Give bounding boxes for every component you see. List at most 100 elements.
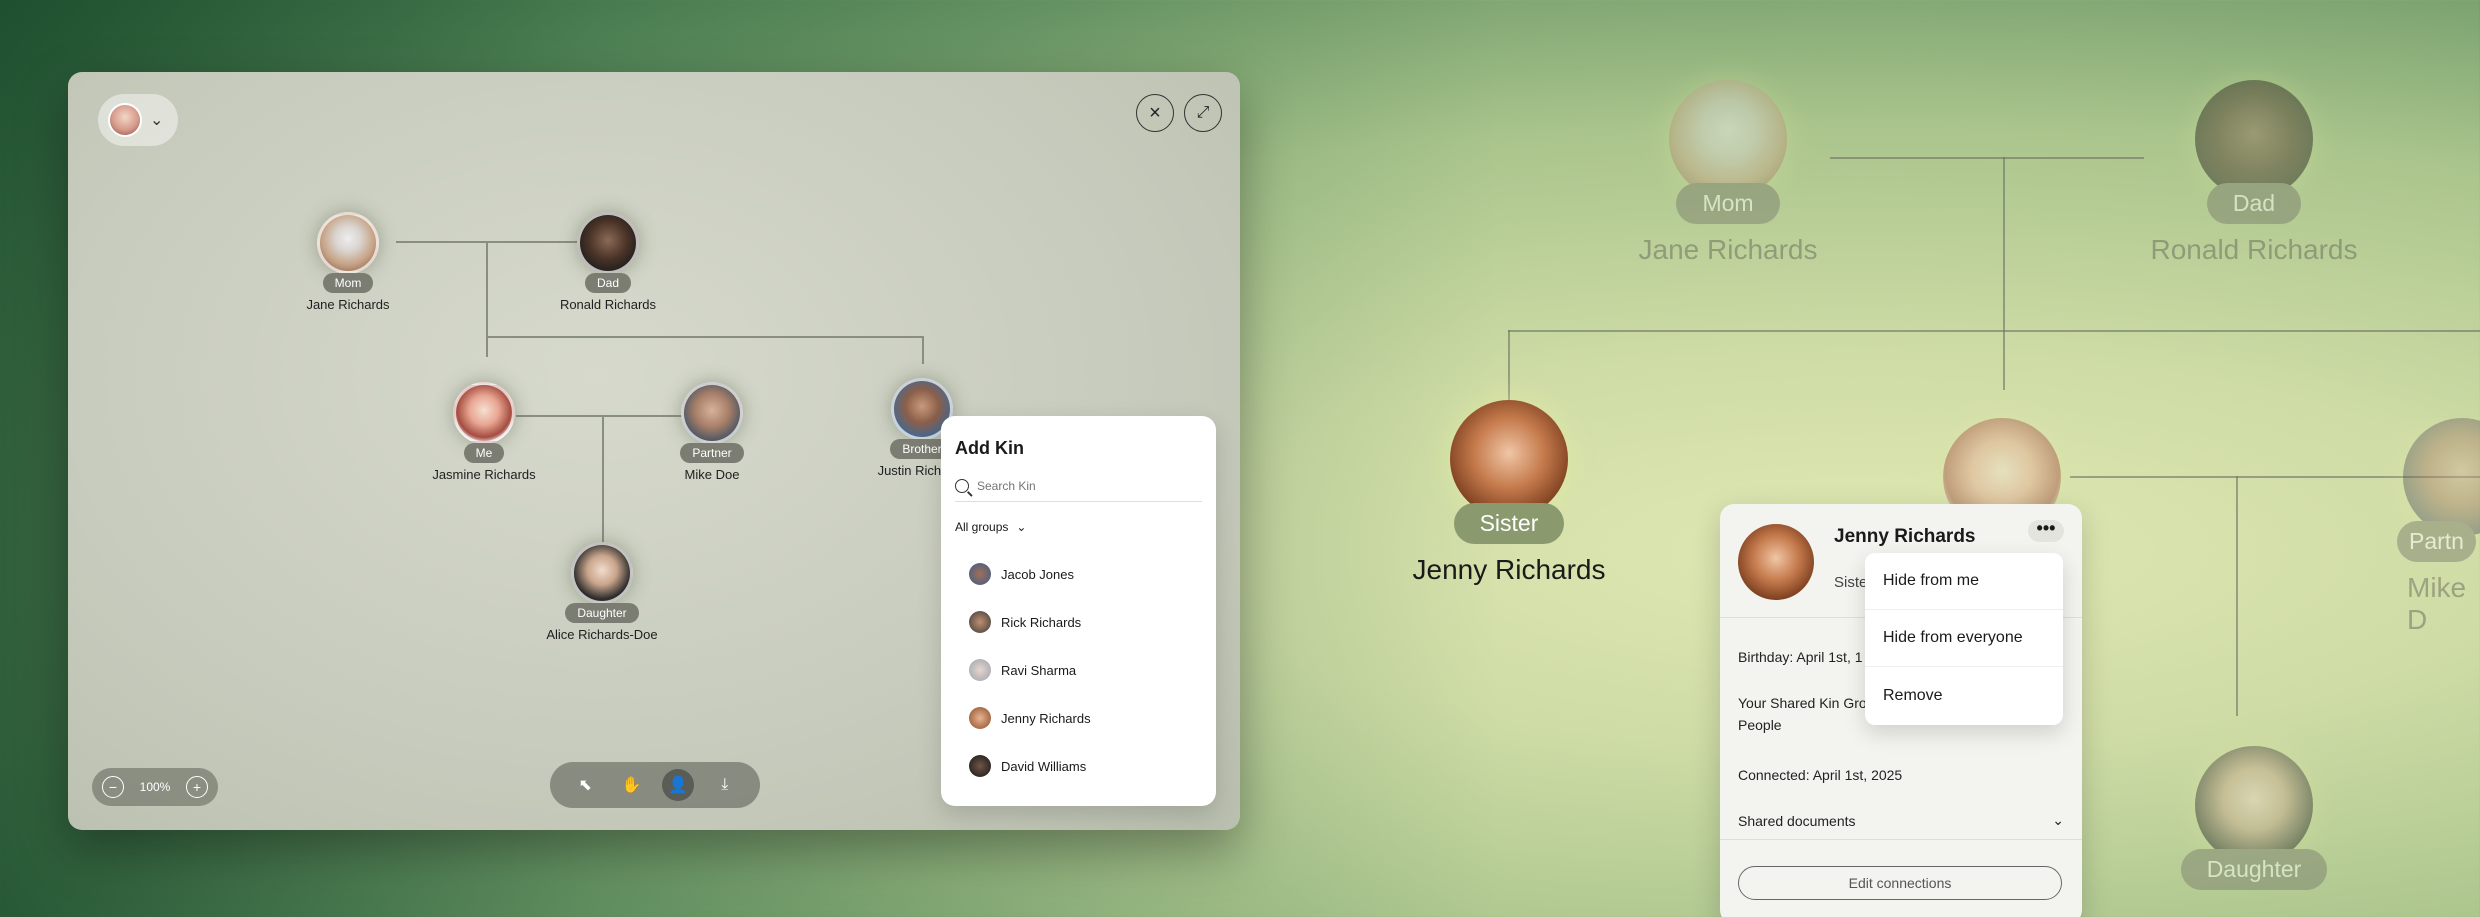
more-button[interactable]: ••• (2028, 518, 2064, 542)
add-user-icon: 👤 (668, 777, 689, 794)
select-tool-button[interactable]: ⬉ (569, 769, 601, 801)
role-badge: Mom (1676, 183, 1780, 224)
download-icon: ⤓ (721, 776, 729, 793)
zoom-in-button[interactable]: + (185, 776, 208, 798)
node-name: Alice Richards-Doe (546, 627, 658, 642)
connector-line (1508, 330, 2480, 332)
role-badge: Partn (2397, 521, 2476, 562)
avatar (1450, 400, 1568, 518)
connector-line (602, 415, 604, 547)
scene-node-dad[interactable]: Dad Ronald Richards (2104, 80, 2404, 266)
scene-node-partner[interactable]: Partn Mike D (2313, 418, 2480, 636)
search-icon (955, 479, 969, 493)
pointer-icon: ⬉ (578, 777, 592, 794)
avatar (969, 563, 991, 585)
kin-name: Jacob Jones (1001, 566, 1074, 582)
expand-icon: ⤢ (1196, 104, 1210, 121)
download-button[interactable]: ⤓ (709, 769, 741, 801)
avatar (108, 103, 142, 137)
avatar (577, 212, 639, 274)
role-badge: Sister (1453, 503, 1565, 544)
role-badge: Dad (584, 273, 631, 293)
add-person-button[interactable]: 👤 (662, 769, 695, 801)
tree-node-me[interactable]: Me Jasmine Richards (414, 382, 554, 482)
list-item[interactable]: David Williams (955, 742, 1202, 790)
kin-name: David Williams (1001, 758, 1087, 774)
role-badge: Dad (2206, 183, 2302, 224)
kin-name: Jenny Richards (1001, 710, 1091, 726)
node-name: Jasmine Richards (432, 467, 536, 482)
list-item[interactable]: Jenny Richards (955, 694, 1202, 742)
zoom-level: 100% (139, 780, 171, 794)
divider (1720, 839, 2082, 840)
node-name: Ronald Richards (2150, 234, 2358, 265)
connector-line (486, 241, 488, 357)
connector-line (1508, 330, 1510, 400)
avatar (969, 755, 991, 777)
add-kin-panel: Add Kin All groups ⌄ Jacob Jones Rick Ri… (941, 416, 1216, 806)
node-name: Mike Doe (684, 467, 740, 482)
list-item[interactable]: Ravi Sharma (955, 646, 1202, 694)
panel-title: Add Kin (955, 438, 1024, 458)
list-item[interactable]: Jacob Jones (955, 550, 1202, 598)
avatar (317, 212, 379, 274)
menu-item-hide-from-me[interactable]: Hide from me (1865, 553, 2063, 610)
avatar (969, 611, 991, 633)
role-badge: Daughter (565, 603, 639, 623)
groups-label: All groups (955, 520, 1009, 534)
shared-documents-toggle[interactable]: Shared documents ⌄ (1738, 786, 2064, 829)
avatar (1669, 80, 1787, 198)
avatar (969, 707, 991, 729)
kin-name: Rick Richards (1001, 614, 1082, 630)
avatar (453, 382, 515, 444)
account-switcher[interactable]: ⌄ (98, 94, 178, 146)
close-icon: × (1149, 101, 1161, 124)
scene-node-sister[interactable]: Sister Jenny Richards (1359, 400, 1659, 586)
card-name: Jenny Richards (1834, 526, 1976, 547)
shared-documents-label: Shared documents (1738, 812, 1856, 829)
node-name: Mike D (2407, 572, 2467, 635)
tree-node-dad[interactable]: Dad Ronald Richards (538, 212, 678, 312)
role-badge: Partner (680, 443, 744, 463)
tree-node-mom[interactable]: Mom Jane Richards (278, 212, 418, 312)
scene-node-daughter[interactable]: Daughter (2104, 746, 2404, 890)
menu-item-hide-from-everyone[interactable]: Hide from everyone (1865, 610, 2063, 667)
avatar (2195, 746, 2313, 864)
groups-dropdown[interactable]: All groups ⌄ (955, 520, 1202, 534)
role-badge: Daughter (2180, 849, 2328, 890)
connected-date: Connected: April 1st, 2025 (1738, 767, 1903, 783)
zoom-control: − 100% + (92, 768, 218, 806)
node-name: Jane Richards (1638, 234, 1818, 265)
node-name: Ronald Richards (559, 297, 657, 312)
more-icon: ••• (2036, 518, 2056, 538)
edit-connections-button[interactable]: Edit connections (1738, 866, 2062, 900)
role-badge: Mom (322, 273, 374, 293)
search-input[interactable] (977, 479, 1177, 493)
tree-node-partner[interactable]: Partner Mike Doe (642, 382, 782, 482)
tree-node-daughter[interactable]: Daughter Alice Richards-Doe (532, 542, 672, 642)
avatar (681, 382, 743, 444)
scene-node-mom[interactable]: Mom Jane Richards (1578, 80, 1878, 266)
menu-item-remove[interactable]: Remove (1865, 667, 2063, 724)
zoom-out-button[interactable]: − (102, 776, 124, 798)
avatar (969, 659, 991, 681)
avatar (1738, 524, 1814, 600)
list-item[interactable]: Rick Richards (955, 598, 1202, 646)
search-row (955, 479, 1202, 502)
kin-list: Jacob Jones Rick Richards Ravi Sharma Je… (955, 550, 1202, 790)
chevron-down-icon: ⌄ (1016, 520, 1027, 534)
kin-name: Ravi Sharma (1001, 662, 1077, 678)
chevron-down-icon: ⌄ (150, 112, 164, 129)
avatar (2403, 418, 2480, 536)
role-badge: Me (463, 443, 505, 463)
connector-line (486, 336, 922, 338)
family-tree-window: ⌄ × ⤢ Mom Jane Richards Dad Ronald Richa… (68, 72, 1240, 830)
context-menu: Hide from me Hide from everyone Remove (1865, 553, 2063, 725)
fullscreen-button[interactable]: ⤢ (1184, 94, 1222, 132)
canvas-toolbar: ⬉ ✋ 👤 ⤓ (550, 762, 760, 808)
avatar (2195, 80, 2313, 198)
connector-line (922, 336, 924, 364)
close-button[interactable]: × (1136, 94, 1174, 132)
connector-line (2003, 157, 2005, 390)
pan-tool-button[interactable]: ✋ (616, 769, 648, 801)
